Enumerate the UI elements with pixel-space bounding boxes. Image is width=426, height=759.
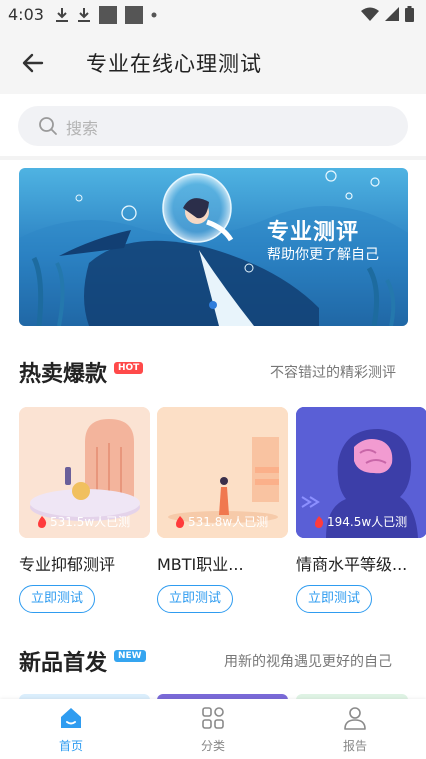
hot-section-title: 热卖爆款 [19,362,108,387]
card-count-label: 531.5w人已测 [50,515,131,529]
hot-section-subtitle: 不容错过的精彩测评 [270,365,396,381]
card-image: 531.8w人已测 [157,407,288,538]
bottom-tab-bar: 首页 分类 报告 [0,699,426,759]
dot-icon [151,12,157,18]
wifi-icon [361,7,379,21]
fire-icon [315,515,324,528]
fire-icon [176,515,185,528]
image-notification-icon [125,6,143,24]
top-app-bar: 专业在线心理测试 [0,30,426,94]
search-input[interactable]: 搜索 [18,106,408,146]
tab-category[interactable]: 分类 [142,699,284,759]
system-icons [361,6,414,22]
fire-icon [38,515,47,528]
banner-carousel[interactable]: 专业测评 帮助你更了解自己 [19,168,408,326]
banner-title: 专业测评 [267,220,360,245]
person-icon [344,707,366,730]
card-title: 专业抑郁测评 [19,555,116,574]
new-badge: NEW [114,650,146,662]
hot-badge: HOT [114,362,144,374]
card-count-label: 531.8w人已测 [188,515,269,529]
search-placeholder: 搜索 [66,119,99,138]
home-icon [61,708,81,728]
hot-card-list[interactable]: 531.5w人已测 专业抑郁测评 立即测试 531.8w人已测 MBTI职业..… [0,407,426,617]
card-image: 531.5w人已测 [19,407,150,538]
section-divider [0,156,426,160]
carousel-indicator [209,301,217,309]
page-title: 专业在线心理测试 [86,52,262,76]
card-title: 情商水平等级... [296,555,408,574]
battery-icon [405,6,414,22]
status-time: 4:03 [8,5,44,24]
card-title: MBTI职业... [157,555,244,574]
card-count: 531.8w人已测 [175,513,268,530]
back-button[interactable] [18,48,48,78]
search-icon [39,117,57,135]
card-count-label: 194.5w人已测 [327,515,408,529]
start-test-button[interactable]: 立即测试 [19,585,95,613]
card-image: 194.5w人已测 [296,407,426,538]
banner-subtitle: 帮助你更了解自己 [267,247,379,263]
tab-label: 分类 [200,739,225,753]
notification-icons [55,6,157,24]
tab-label: 首页 [58,739,83,753]
test-card[interactable]: 194.5w人已测 情商水平等级... 立即测试 [296,407,426,613]
image-notification-icon [99,6,117,24]
signal-icon [385,7,399,21]
download-icon [56,8,68,22]
test-card[interactable]: 531.8w人已测 MBTI职业... 立即测试 [157,407,288,613]
new-section-title: 新品首发 [19,651,108,676]
grid-icon [202,707,224,729]
status-bar: 4:03 [0,0,426,30]
tab-label: 报告 [342,739,367,753]
download-icon [78,8,90,22]
arrow-left-icon [22,53,44,73]
new-section-subtitle: 用新的视角遇见更好的自己 [224,654,392,670]
start-test-button[interactable]: 立即测试 [157,585,233,613]
card-count: 531.5w人已测 [37,513,130,530]
test-card[interactable]: 531.5w人已测 专业抑郁测评 立即测试 [19,407,150,613]
start-test-button[interactable]: 立即测试 [296,585,372,613]
tab-home[interactable]: 首页 [0,699,142,759]
tab-report[interactable]: 报告 [284,699,426,759]
card-count: 194.5w人已测 [314,513,407,530]
